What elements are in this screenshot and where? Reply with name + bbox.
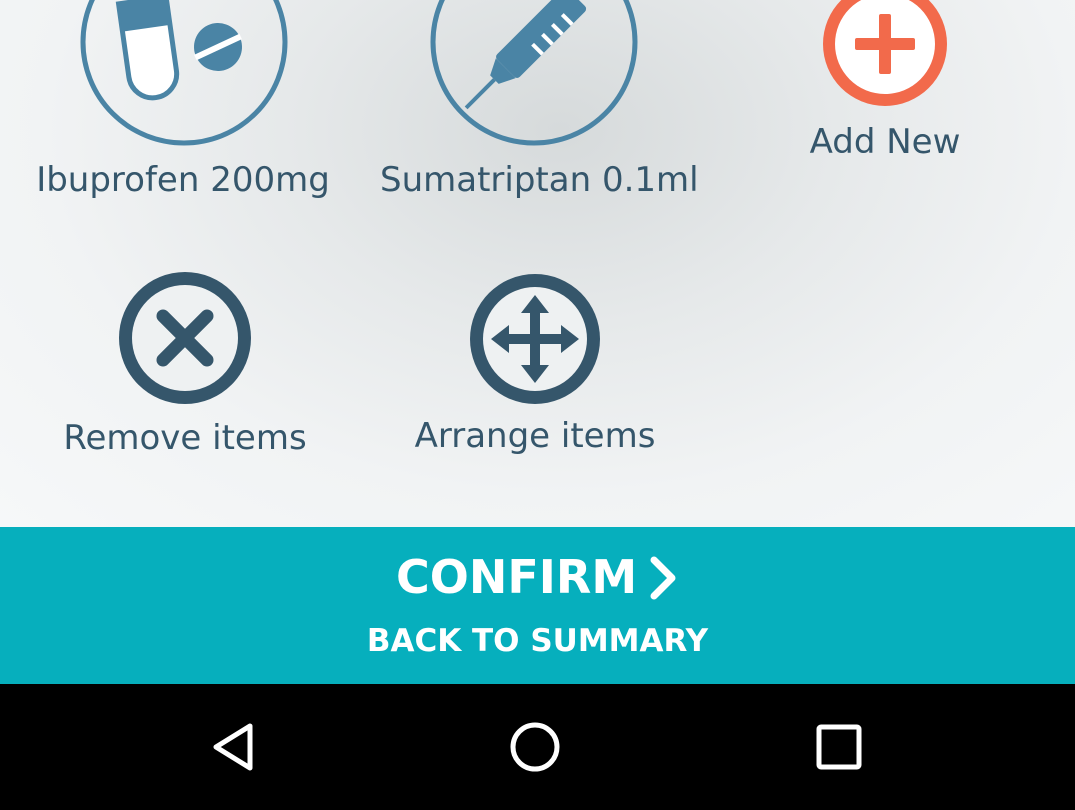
home-circle-icon bbox=[510, 722, 560, 772]
medication-label: Ibuprofen 200mg bbox=[36, 160, 330, 200]
system-navigation-bar bbox=[0, 684, 1075, 810]
move-arrows-icon bbox=[470, 274, 600, 404]
arrange-items-label: Arrange items bbox=[414, 416, 656, 456]
confirm-button[interactable]: CONFIRM bbox=[380, 540, 700, 614]
add-new-label: Add New bbox=[809, 122, 961, 162]
pill-capsule-icon bbox=[80, 0, 288, 146]
back-triangle-icon bbox=[213, 723, 253, 771]
arrange-items-button[interactable]: Arrange items bbox=[400, 268, 670, 468]
recents-square-icon bbox=[816, 724, 862, 770]
close-circle-icon bbox=[119, 272, 251, 404]
medication-tile-sumatriptan[interactable]: Sumatriptan 0.1ml bbox=[380, 0, 699, 215]
remove-items-button[interactable]: Remove items bbox=[40, 268, 330, 468]
back-to-summary-button[interactable]: BACK TO SUMMARY bbox=[340, 618, 735, 664]
chevron-right-icon bbox=[650, 556, 676, 600]
medication-tile-ibuprofen[interactable]: Ibuprofen 200mg bbox=[30, 0, 336, 215]
add-new-button[interactable]: Add New bbox=[790, 0, 980, 170]
remove-items-label: Remove items bbox=[63, 418, 307, 458]
back-to-summary-label: BACK TO SUMMARY bbox=[366, 623, 709, 659]
medication-label: Sumatriptan 0.1ml bbox=[380, 160, 699, 200]
confirm-label: CONFIRM bbox=[396, 550, 638, 604]
medication-grid: Ibuprofen 200mg Sumatriptan 0.1ml Add Ne… bbox=[0, 0, 1075, 527]
syringe-icon bbox=[430, 0, 638, 146]
nav-recents-button[interactable] bbox=[804, 712, 874, 782]
plus-circle-icon bbox=[823, 0, 947, 106]
nav-back-button[interactable] bbox=[200, 714, 270, 780]
nav-home-button[interactable] bbox=[500, 712, 570, 782]
screen: Ibuprofen 200mg Sumatriptan 0.1ml Add Ne… bbox=[0, 0, 1075, 810]
